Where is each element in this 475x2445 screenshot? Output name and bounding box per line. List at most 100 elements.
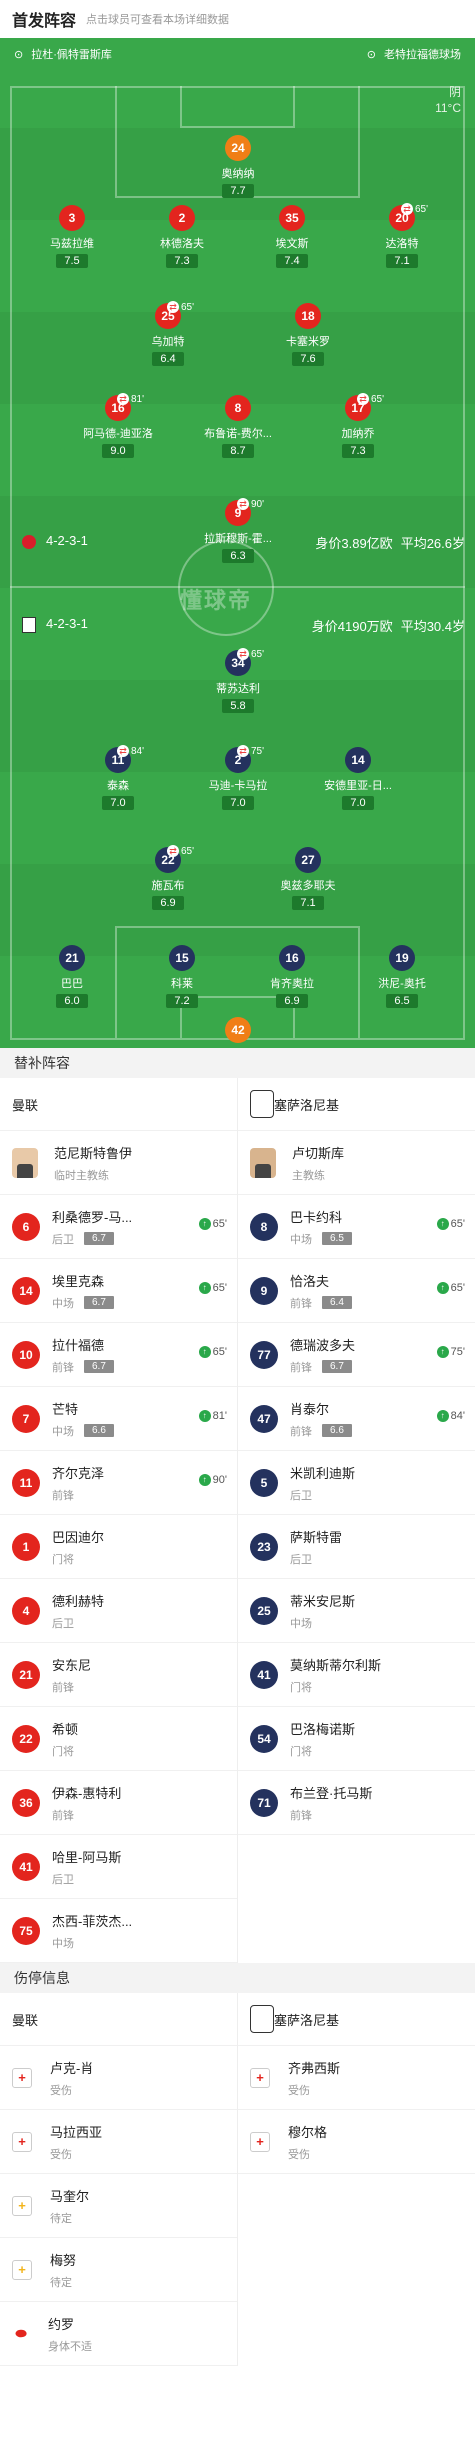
home-player-1[interactable]: 24 奥纳纳 7.7	[183, 135, 293, 199]
player-name: 伊森-惠特利	[52, 1785, 122, 1801]
away-player-2[interactable]: 11 ⇄ 84' 泰森 7.0	[63, 745, 173, 811]
player-rating: 6.6	[84, 1424, 114, 1437]
home-player-9[interactable]: 8 布鲁诺-费尔... 8.7	[183, 395, 293, 459]
away-player-10[interactable]: 19 洪尼-奥托 6.5	[347, 945, 457, 1009]
sub-on-icon: ↑	[198, 1346, 211, 1358]
away-player-11[interactable]: 42科塔尔斯基6.4	[183, 1017, 293, 1048]
injury-status: 受伤	[50, 2148, 72, 2161]
player-name: 梅努	[50, 2252, 77, 2268]
player-name: 科塔尔斯基	[183, 1047, 293, 1048]
sub-on-icon: ↑	[198, 1410, 211, 1422]
home-player-2[interactable]: 3 马兹拉维 7.5	[17, 205, 127, 269]
away-injuries-column: 塞萨洛尼基 + 齐弗西斯 受伤 + 穆尔格 受伤	[238, 1993, 475, 2366]
sub-player-row[interactable]: 7 芒特 中场 6.6 ↑ 81'	[0, 1387, 237, 1451]
substitution-icon: ⇄	[167, 845, 179, 857]
sub-player-row[interactable]: 77 德瑞波多夫 前锋 6.7 ↑ 75'	[238, 1323, 475, 1387]
away-player-7[interactable]: 21 巴巴 6.0	[17, 945, 127, 1009]
player-position: 后卫	[52, 1873, 74, 1886]
player-rating: 6.5	[386, 994, 418, 1008]
player-number-badge: 54	[250, 1724, 278, 1753]
away-player-6[interactable]: 27 奥兹多耶夫 7.1	[253, 847, 363, 911]
home-player-11[interactable]: 9 ⇄ 90' 拉斯穆斯-霍... 6.3	[183, 498, 293, 564]
sub-player-row[interactable]: 1 巴因迪尔 门将	[0, 1515, 237, 1579]
sub-player-row[interactable]: 8 巴卡约科 中场 6.5 ↑ 65'	[238, 1195, 475, 1259]
sub-player-row[interactable]: 41 莫纳斯蒂尔利斯 门将	[238, 1643, 475, 1707]
substitution-icon: ⇄	[237, 498, 249, 510]
home-player-10[interactable]: 17 ⇄ 65' 加纳乔 7.3	[303, 393, 413, 459]
player-number-badge: 14	[12, 1276, 40, 1305]
sub-player-row[interactable]: 22 希顿 门将	[0, 1707, 237, 1771]
injury-row[interactable]: + 马拉西亚 受伤	[0, 2110, 237, 2174]
injury-row[interactable]: + 穆尔格 受伤	[238, 2110, 475, 2174]
home-player-8[interactable]: 16 ⇄ 81' 阿马德-迪亚洛 9.0	[63, 393, 173, 459]
substitution-event: ⇄ 65'	[167, 845, 194, 857]
coach-avatar	[250, 1147, 276, 1178]
player-name: 萨斯特雷	[290, 1529, 343, 1545]
sub-player-row[interactable]: 4 德利赫特 后卫	[0, 1579, 237, 1643]
player-name: 蒂米安尼斯	[290, 1593, 356, 1609]
sub-on-icon: ↑	[198, 1218, 211, 1230]
away-player-3[interactable]: 2 ⇄ 75' 马迪-卡马拉 7.0	[183, 745, 293, 811]
player-rating: 7.7	[222, 184, 254, 198]
away-player-9[interactable]: 16 肯齐奥拉 6.9	[237, 945, 347, 1009]
injury-row[interactable]: + 卢克-肖 受伤	[0, 2046, 237, 2110]
player-rating: 6.3	[222, 549, 254, 563]
doubtful-cross-icon: +	[12, 2259, 32, 2280]
player-position: 前锋	[52, 1809, 74, 1822]
away-team-row[interactable]: 塞萨洛尼基	[238, 1078, 475, 1131]
away-player-4[interactable]: 14 安德里亚-日... 7.0	[303, 747, 413, 811]
player-position: 前锋	[52, 1361, 74, 1374]
home-coach-row[interactable]: 范尼斯特鲁伊 临时主教练	[0, 1131, 237, 1195]
player-number-badge: 18	[295, 303, 321, 329]
sub-player-row[interactable]: 23 萨斯特雷 后卫	[238, 1515, 475, 1579]
home-player-7[interactable]: 18 卡塞米罗 7.6	[253, 303, 363, 367]
sub-player-row[interactable]: 41 哈里-阿马斯 后卫	[0, 1835, 237, 1899]
away-player-1[interactable]: 34 ⇄ 65' 蒂苏达利 5.8	[183, 648, 293, 714]
player-name: 巴巴	[61, 978, 83, 990]
away-player-5[interactable]: 22 ⇄ 65' 施瓦布 6.9	[113, 845, 223, 911]
home-player-5[interactable]: 20 ⇄ 65' 达洛特 7.1	[347, 203, 457, 269]
sub-player-row[interactable]: 47 肖泰尔 前锋 6.6 ↑ 84'	[238, 1387, 475, 1451]
home-player-6[interactable]: 25 ⇄ 65' 乌加特 6.4	[113, 301, 223, 367]
sub-on-time: ↑ 65'	[198, 1346, 227, 1358]
sub-player-row[interactable]: 10 拉什福德 前锋 6.7 ↑ 65'	[0, 1323, 237, 1387]
player-number-badge: 5	[250, 1468, 278, 1497]
sub-player-row[interactable]: 21 安东尼 前锋	[0, 1643, 237, 1707]
injury-row[interactable]: + 马奎尔 待定	[0, 2174, 237, 2238]
sub-player-row[interactable]: 11 齐尔克泽 前锋 ↑ 90'	[0, 1451, 237, 1515]
sub-player-row[interactable]: 9 恰洛夫 前锋 6.4 ↑ 65'	[238, 1259, 475, 1323]
injury-row[interactable]: + 齐弗西斯 受伤	[238, 2046, 475, 2110]
player-position: 中场	[52, 1937, 74, 1950]
injury-row[interactable]: + 梅努 待定	[0, 2238, 237, 2302]
sub-player-row[interactable]: 5 米凯利迪斯 后卫	[238, 1451, 475, 1515]
player-number-badge: 23	[250, 1532, 278, 1561]
away-player-8[interactable]: 15 科莱 7.2	[127, 945, 237, 1009]
player-number-badge: 10	[12, 1340, 40, 1369]
sub-on-time: ↑ 75'	[436, 1346, 465, 1358]
doubtful-cross-icon: +	[12, 2195, 32, 2216]
player-name: 杰西-菲茨杰...	[52, 1913, 133, 1929]
player-rating: 7.0	[342, 796, 374, 810]
sub-player-row[interactable]: 75 杰西-菲茨杰... 中场	[0, 1899, 237, 1963]
player-rating: 7.6	[292, 352, 324, 366]
player-name: 马兹拉维	[50, 238, 94, 250]
home-player-4[interactable]: 35 埃文斯 7.4	[237, 205, 347, 269]
sub-player-row[interactable]: 36 伊森-惠特利 前锋	[0, 1771, 237, 1835]
sub-player-row[interactable]: 6 利桑德罗-马... 后卫 6.7 ↑ 65'	[0, 1195, 237, 1259]
injury-row[interactable]: ⬬ 约罗 身体不适	[0, 2302, 237, 2366]
player-position: 后卫	[52, 1617, 74, 1630]
home-team-row[interactable]: 曼联	[0, 1993, 237, 2046]
home-player-3[interactable]: 2 林德洛夫 7.3	[127, 205, 237, 269]
sub-player-row[interactable]: 71 布兰登·托马斯 前锋	[238, 1771, 475, 1835]
substitution-icon: ⇄	[357, 393, 369, 405]
coach-avatar	[12, 1147, 38, 1178]
away-coach-row[interactable]: 卢切斯库 主教练	[238, 1131, 475, 1195]
pitch: ⊙ 拉杜·佩特雷斯库 ⊙ 老特拉福德球场 阴 11°C 懂球帝 4-2-3-1 身价…	[0, 38, 475, 1048]
away-team-row[interactable]: 塞萨洛尼基	[238, 1993, 475, 2046]
player-name: 奥兹多耶夫	[280, 880, 336, 892]
home-team-row[interactable]: 曼联	[0, 1078, 237, 1131]
player-number-badge: 27	[295, 847, 321, 873]
sub-player-row[interactable]: 25 蒂米安尼斯 中场	[238, 1579, 475, 1643]
sub-player-row[interactable]: 14 埃里克森 中场 6.7 ↑ 65'	[0, 1259, 237, 1323]
sub-player-row[interactable]: 54 巴洛梅诺斯 门将	[238, 1707, 475, 1771]
